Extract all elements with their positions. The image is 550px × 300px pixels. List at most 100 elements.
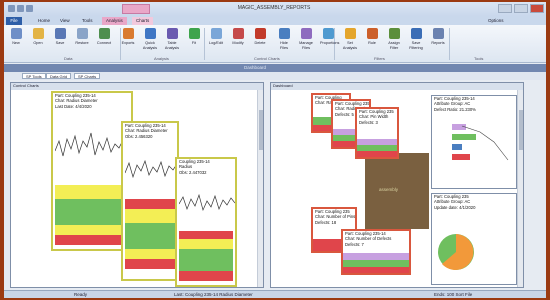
normal-band	[125, 223, 175, 249]
ribbon-button-label: Rule	[368, 41, 376, 45]
bar	[452, 124, 466, 130]
control-chart-card[interactable]: Part: Coupling 235-14 Char: Radius Diame…	[121, 121, 179, 281]
ribbon-button-label: Quick Analysis	[142, 41, 158, 50]
tab-analysis[interactable]: Analysis	[102, 17, 127, 25]
ribbon-button-label: Exports	[121, 41, 135, 45]
ribbon-button-new[interactable]: New	[8, 28, 24, 58]
xbar-trace	[178, 193, 235, 212]
ribbon-button-delete[interactable]: Delete	[252, 28, 268, 58]
ribbon-button-reports[interactable]: Reports	[430, 28, 446, 58]
tab-sp-tools[interactable]: SP Tools	[22, 73, 46, 79]
quick-access-toolbar	[8, 5, 33, 12]
range-plot	[179, 231, 233, 281]
ribbon-button-label: Save	[55, 41, 65, 45]
close-button[interactable]	[530, 4, 544, 13]
ribbon-button-log-edit[interactable]: Log/Edit	[208, 28, 224, 58]
ribbon-button-fit[interactable]: Fit	[186, 28, 202, 58]
ribbon-button-save-filtering[interactable]: Save Filtering	[408, 28, 424, 58]
ribbon-button-table-analysis[interactable]: Table Analysis	[164, 28, 180, 58]
attribute-card[interactable]: Part: Coupling 235-14 Char: Number of De…	[341, 229, 411, 275]
warning-band	[125, 209, 175, 223]
vertical-scrollbar[interactable]	[517, 90, 523, 287]
undo-icon[interactable]	[17, 5, 24, 12]
range-plot	[125, 199, 175, 269]
alarm-band	[55, 235, 129, 245]
quick-analysis-icon	[144, 28, 156, 39]
restore-icon	[76, 28, 88, 39]
ribbon-tab-row: File Home View Tools Analysis Charts Opt…	[4, 16, 546, 25]
defect-ratio-card[interactable]: Part: Coupling 235-14 Attribute Group: A…	[431, 95, 517, 189]
document-tabs: SP Tools Data Grid SP Charts	[4, 72, 546, 80]
ribbon-button-modify[interactable]: Modify	[230, 28, 246, 58]
tab-data-grid[interactable]: Data Grid	[46, 73, 72, 79]
warning-band	[125, 249, 175, 259]
tab-tools[interactable]: Tools	[78, 17, 97, 25]
ribbon-button-exports[interactable]: Exports	[120, 28, 136, 58]
ribbon-button-quick-analysis[interactable]: Quick Analysis	[142, 28, 158, 58]
application-window: MAGIC_ASSEMBLY_REPORTS File Home View To…	[4, 2, 546, 298]
bar	[452, 154, 470, 160]
xbar-plot	[178, 179, 235, 229]
assign-filter-icon	[388, 28, 400, 39]
ribbon-button-connect[interactable]: Connect	[96, 28, 112, 58]
redo-icon[interactable]	[26, 5, 33, 12]
card-line: Defects: 3	[359, 119, 378, 125]
vertical-scrollbar[interactable]	[257, 90, 263, 287]
modify-icon	[232, 28, 244, 39]
defect-bar-chart	[452, 124, 509, 161]
ribbon-button-manage-files[interactable]: Manage Files	[298, 28, 314, 58]
tab-file[interactable]: File	[6, 17, 22, 25]
card-line: Defect Ratio: 21.230%	[434, 106, 476, 112]
control-chart-card[interactable]: Coupling 235-14 Radius Obs: 2.447032	[175, 157, 237, 287]
status-ready: Ready	[74, 292, 88, 297]
ribbon-button-assign-filter[interactable]: Assign Filter	[386, 28, 402, 58]
normal-band	[179, 249, 233, 271]
assembly-label: assembly	[379, 187, 399, 192]
rule-icon	[366, 28, 378, 39]
hide-files-icon	[278, 28, 290, 39]
fit-icon	[188, 28, 200, 39]
tab-sp-charts[interactable]: SP Charts	[74, 73, 101, 79]
alarm-band	[357, 151, 397, 157]
maximize-button[interactable]	[514, 4, 528, 13]
bar	[452, 134, 476, 140]
ribbon-button-proportions[interactable]: Proportions	[320, 28, 340, 58]
context-tab-highlight	[122, 4, 150, 14]
manage-files-icon	[300, 28, 312, 39]
scrollbar-thumb[interactable]	[519, 110, 523, 150]
ribbon-button-label: Set Analysis	[342, 41, 358, 50]
scrollbar-thumb[interactable]	[259, 110, 263, 150]
tab-options[interactable]: Options	[484, 17, 508, 25]
attribute-card[interactable]: Part: Coupling 235 Char: Pin Width Defec…	[355, 107, 399, 159]
ribbon-button-label: Manage Files	[299, 41, 313, 50]
connect-icon	[98, 28, 110, 39]
summary-card[interactable]: Part: Coupling 235 Attribute Group: AC U…	[431, 193, 517, 285]
delete-icon	[254, 28, 266, 39]
group-separator	[204, 28, 205, 60]
ribbon-button-label: Reports	[431, 41, 445, 45]
save-icon[interactable]	[8, 5, 15, 12]
tab-home[interactable]: Home	[34, 17, 54, 25]
normal-band	[343, 260, 409, 267]
tab-view[interactable]: View	[56, 17, 74, 25]
ribbon-button-restore[interactable]: Restore	[74, 28, 90, 58]
ribbon-button-save[interactable]: Save	[52, 28, 68, 58]
log-edit-icon	[210, 28, 222, 39]
status-ends: Ends: 100 Sort File	[434, 292, 473, 297]
minimize-button[interactable]	[498, 4, 512, 13]
ribbon-button-label: Restore	[75, 41, 89, 45]
reports-icon	[432, 28, 444, 39]
ribbon-button-set-analysis[interactable]: Set Analysis	[342, 28, 358, 58]
ribbon-button-label: Save Filtering	[409, 41, 423, 50]
ribbon-button-hide-files[interactable]: Hide Files	[276, 28, 292, 58]
save-filtering-icon	[410, 28, 422, 39]
xbar-plot	[54, 111, 129, 181]
set-analysis-icon	[344, 28, 356, 39]
card-line: Last Date: 4/4/2020	[55, 103, 92, 109]
window-title: MAGIC_ASSEMBLY_REPORTS	[237, 5, 311, 11]
workspace-caption: Dashboard	[244, 65, 267, 70]
ribbon-button-label: Proportions	[320, 41, 340, 45]
tab-charts[interactable]: Charts	[132, 17, 154, 25]
ribbon-button-rule[interactable]: Rule	[364, 28, 380, 58]
ribbon-button-open[interactable]: Open	[30, 28, 46, 58]
